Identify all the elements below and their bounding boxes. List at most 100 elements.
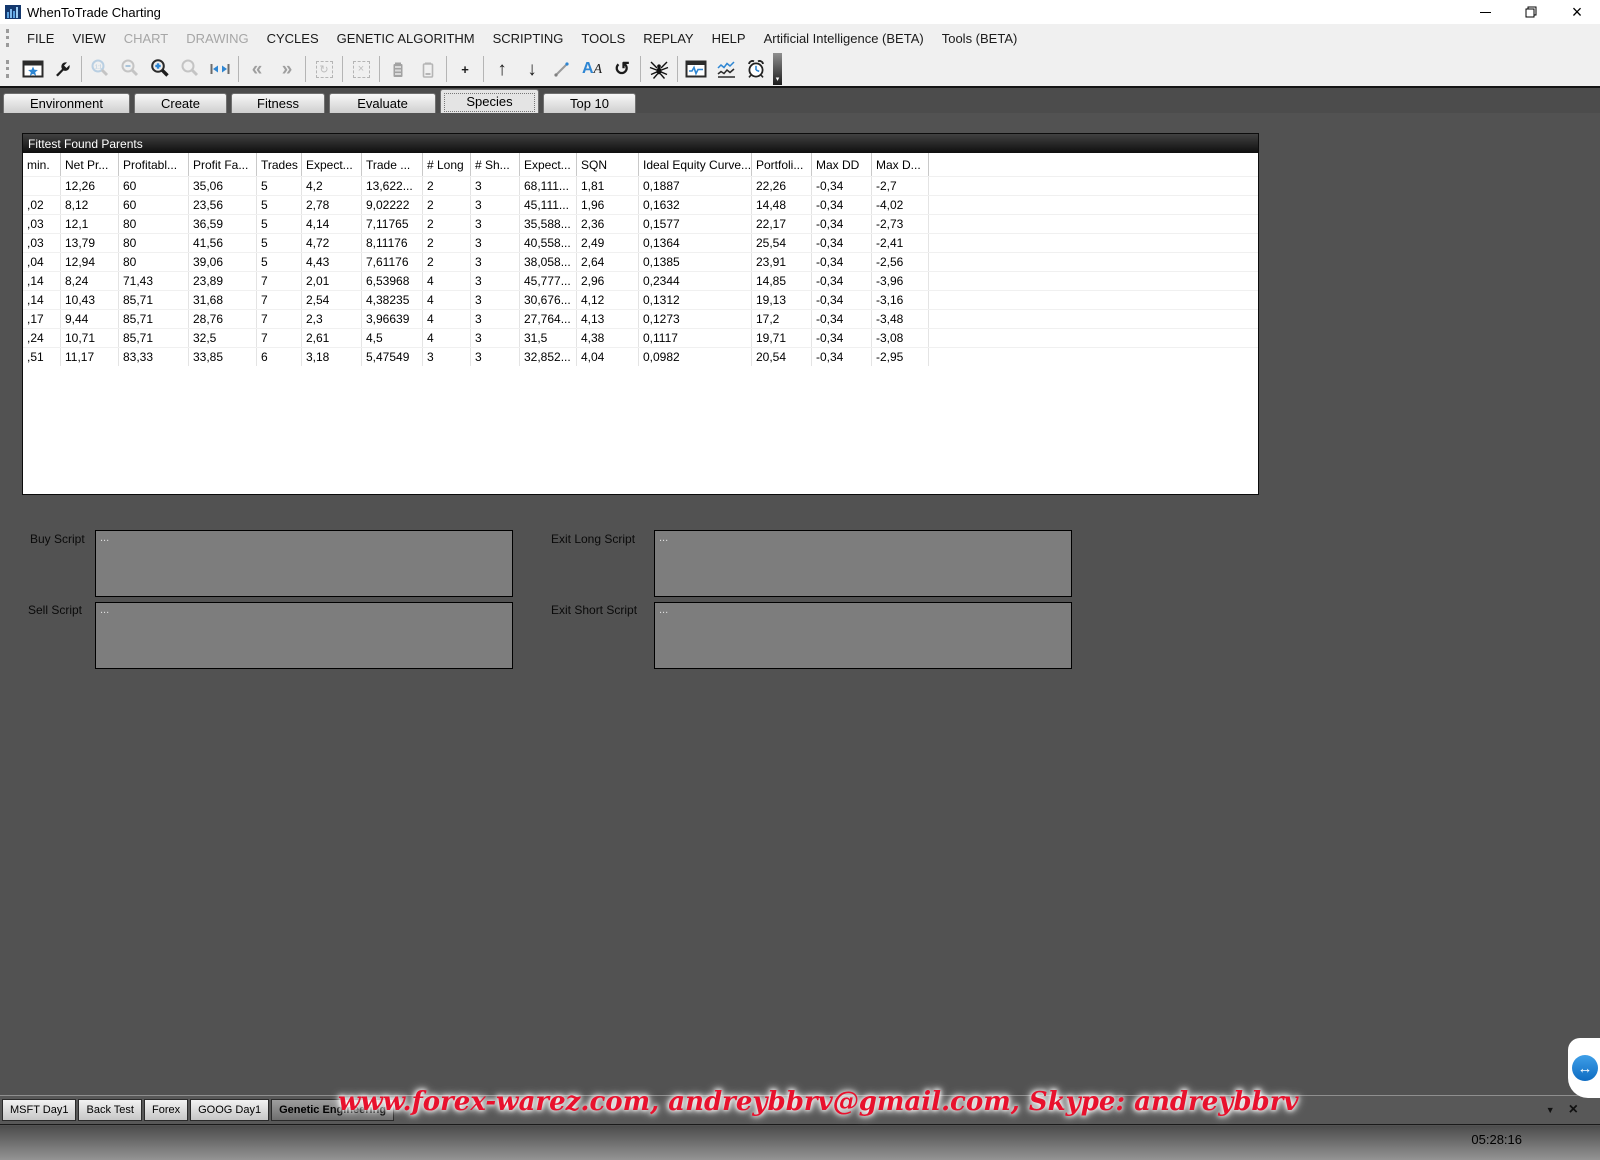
tab-top-10[interactable]: Top 10: [543, 93, 636, 113]
minimize-button[interactable]: [1462, 0, 1508, 24]
table-row[interactable]: ,0412,948039,0654,437,611762338,058...2,…: [23, 252, 1258, 271]
toolbar-grip-icon[interactable]: [6, 60, 9, 78]
menu-tools-beta[interactable]: Tools (BETA): [933, 31, 1027, 46]
doc-tab-forex[interactable]: Forex: [144, 1099, 188, 1121]
column-header-long[interactable]: # Long: [423, 153, 471, 176]
column-header-portfoli[interactable]: Portfoli...: [752, 153, 812, 176]
menu-grip-icon[interactable]: [6, 29, 9, 47]
font-icon: AA: [582, 60, 602, 78]
fittest-found-parents-panel: Fittest Found Parents min.Net Pr...Profi…: [22, 133, 1259, 495]
arrow-down-icon: ↓: [527, 60, 537, 79]
menu-bar-items: FILEVIEWCHARTDRAWINGCYCLESGENETIC ALGORI…: [18, 31, 1026, 46]
teamviewer-widget[interactable]: ↔: [1568, 1038, 1600, 1098]
restore-button[interactable]: [1508, 0, 1554, 24]
fit-width-button[interactable]: [205, 54, 235, 84]
draw-line-button[interactable]: [547, 54, 577, 84]
close-button[interactable]: ×: [1554, 0, 1600, 24]
tab-create[interactable]: Create: [134, 93, 227, 113]
spider-button[interactable]: [644, 54, 674, 84]
alarm-clock-button[interactable]: [741, 54, 771, 84]
column-header-expect[interactable]: Expect...: [302, 153, 362, 176]
column-header-max-dd[interactable]: Max DD: [812, 153, 872, 176]
window-title: WhenToTrade Charting: [27, 5, 161, 20]
table-cell: -0,34: [812, 272, 872, 290]
menu-genetic-algorithm[interactable]: GENETIC ALGORITHM: [328, 31, 484, 46]
arrow-up-button[interactable]: ↑: [487, 54, 517, 84]
menu-file[interactable]: FILE: [18, 31, 63, 46]
wrench-button[interactable]: [48, 54, 78, 84]
table-cell: 80: [119, 234, 189, 252]
menu-replay[interactable]: REPLAY: [634, 31, 702, 46]
chart-lines-icon: [715, 58, 737, 80]
doc-tab-back-test[interactable]: Back Test: [78, 1099, 142, 1121]
table-cell: 3,96639: [362, 310, 423, 328]
toolbar-separator: [483, 56, 484, 82]
table-cell: -2,7: [872, 177, 929, 195]
battery-full-button: [383, 54, 413, 84]
column-header-profit-fa[interactable]: Profit Fa...: [189, 153, 257, 176]
chart-lines-button[interactable]: [711, 54, 741, 84]
table-row[interactable]: ,5111,1783,3333,8563,185,475493332,852..…: [23, 347, 1258, 366]
column-header-expect[interactable]: Expect...: [520, 153, 577, 176]
menu-scripting[interactable]: SCRIPTING: [484, 31, 573, 46]
menu-help[interactable]: HELP: [703, 31, 755, 46]
tab-label: Top 10: [570, 96, 609, 111]
table-row[interactable]: ,028,126023,5652,789,022222345,111...1,9…: [23, 195, 1258, 214]
table-row[interactable]: ,0312,18036,5954,147,117652335,588...2,3…: [23, 214, 1258, 233]
column-header-profitabl[interactable]: Profitabl...: [119, 153, 189, 176]
tab-species[interactable]: Species: [440, 89, 539, 113]
menu-tools[interactable]: TOOLS: [572, 31, 634, 46]
font-button[interactable]: AA: [577, 54, 607, 84]
table-row[interactable]: 12,266035,0654,213,622...2368,111...1,81…: [23, 176, 1258, 195]
history-button[interactable]: ↺: [607, 54, 637, 84]
menu-view[interactable]: VIEW: [63, 31, 114, 46]
doc-tab-msft-day1[interactable]: MSFT Day1: [2, 1099, 76, 1121]
table-cell: -0,34: [812, 310, 872, 328]
column-header-sqn[interactable]: SQN: [577, 153, 639, 176]
tab-evaluate[interactable]: Evaluate: [329, 93, 436, 113]
column-header-sh[interactable]: # Sh...: [471, 153, 520, 176]
exit-short-script-box[interactable]: ...: [654, 602, 1072, 669]
table-cell: 4,13: [577, 310, 639, 328]
sell-script-box[interactable]: ...: [95, 602, 513, 669]
toolbar-separator: [81, 56, 82, 82]
tab-close-button[interactable]: ×: [1569, 1102, 1578, 1118]
column-header-ideal-equity-curve[interactable]: Ideal Equity Curve...: [639, 153, 752, 176]
doc-tab-goog-day1[interactable]: GOOG Day1: [190, 1099, 269, 1121]
table-cell: 13,622...: [362, 177, 423, 195]
table-row[interactable]: ,148,2471,4323,8972,016,539684345,777...…: [23, 271, 1258, 290]
menu-artificial-intelligence-beta[interactable]: Artificial Intelligence (BETA): [755, 31, 933, 46]
column-header-max-d[interactable]: Max D...: [872, 153, 929, 176]
table-cell: 2,96: [577, 272, 639, 290]
column-header-trade[interactable]: Trade ...: [362, 153, 423, 176]
table-cell: 19,71: [752, 329, 812, 347]
tab-scroll-button[interactable]: ▼: [1546, 1105, 1555, 1115]
exit-long-script-box[interactable]: ...: [654, 530, 1072, 597]
menu-cycles[interactable]: CYCLES: [258, 31, 328, 46]
toolbar-overflow-button[interactable]: ▾: [773, 53, 782, 85]
table-row[interactable]: ,2410,7185,7132,572,614,54331,54,380,111…: [23, 328, 1258, 347]
chart-monitor-button[interactable]: [681, 54, 711, 84]
column-header-net-pr[interactable]: Net Pr...: [61, 153, 119, 176]
table-cell: 8,12: [61, 196, 119, 214]
plus-button[interactable]: +: [450, 54, 480, 84]
tab-fitness[interactable]: Fitness: [231, 93, 325, 113]
table-row[interactable]: ,179,4485,7128,7672,33,966394327,764...4…: [23, 309, 1258, 328]
tab-environment[interactable]: Environment: [3, 93, 130, 113]
table-cell: 9,44: [61, 310, 119, 328]
table-row[interactable]: ,1410,4385,7131,6872,544,382354330,676..…: [23, 290, 1258, 309]
buy-script-box[interactable]: ...: [95, 530, 513, 597]
column-header-min[interactable]: min.: [23, 153, 61, 176]
arrow-down-button[interactable]: ↓: [517, 54, 547, 84]
table-cell: 2,78: [302, 196, 362, 214]
chart-window-button[interactable]: [18, 54, 48, 84]
table-cell: 3: [471, 196, 520, 214]
zoom-in-button[interactable]: [145, 54, 175, 84]
table-cell: 4,04: [577, 348, 639, 366]
column-header-trades[interactable]: Trades: [257, 153, 302, 176]
table-row[interactable]: ,0313,798041,5654,728,111762340,558...2,…: [23, 233, 1258, 252]
panel-title: Fittest Found Parents: [28, 137, 143, 151]
exit-short-script-label: Exit Short Script: [551, 603, 637, 617]
table-cell: 2: [423, 234, 471, 252]
table-cell: 3: [471, 215, 520, 233]
